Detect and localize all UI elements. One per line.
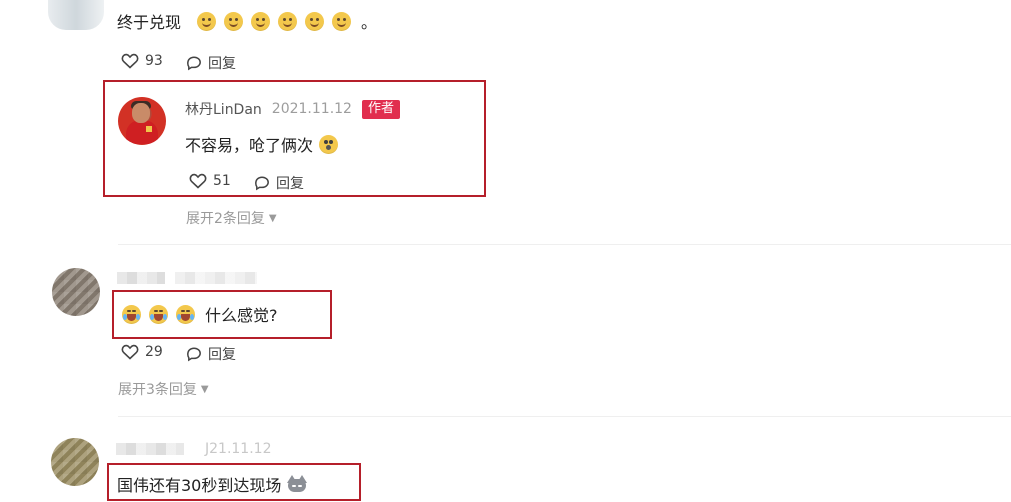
- expand-replies-2[interactable]: 展开3条回复 ▼: [118, 379, 209, 399]
- heart-icon: [121, 344, 139, 360]
- thinking-face-icon: [305, 11, 325, 31]
- thinking-face-icon-group: [197, 11, 359, 31]
- author-reply-label: 回复: [276, 176, 304, 192]
- comment-icon: [187, 56, 201, 71]
- thinking-face-icon: [332, 11, 352, 31]
- comment-2-reply-button[interactable]: 回复: [186, 344, 236, 364]
- expand-replies-1-label: 展开2条回复: [186, 211, 265, 227]
- comment-2-reply-label: 回复: [208, 347, 236, 363]
- top-comment: 终于兑现 。: [117, 9, 377, 33]
- commenter-avatar[interactable]: [52, 268, 100, 316]
- thinking-face-icon: [197, 11, 217, 31]
- thinking-face-icon: [278, 11, 298, 31]
- comment-2-text: 什么感觉?: [205, 306, 278, 325]
- laughing-tears-icon: [149, 304, 168, 324]
- dizzy-face-icon: [319, 134, 339, 154]
- top-reply-button[interactable]: 回复: [186, 53, 236, 73]
- comment-3-content: 国伟还有30秒到达现场: [117, 472, 308, 496]
- author-comment: 不容易，呛了俩次: [185, 132, 339, 156]
- author-badge: 作者: [361, 99, 400, 119]
- thinking-face-icon: [251, 11, 271, 31]
- comment-divider: [118, 416, 1011, 417]
- author-avatar[interactable]: [118, 97, 166, 145]
- author-date: 2021.11.12: [271, 101, 352, 117]
- expand-replies-1[interactable]: 展开2条回复 ▼: [186, 208, 277, 228]
- expand-replies-2-label: 展开3条回复: [118, 382, 197, 398]
- author-name[interactable]: 林丹LinDan: [185, 99, 262, 119]
- blurred-date: [175, 272, 257, 284]
- chevron-down-icon: ▼: [200, 383, 209, 395]
- author-header: 林丹LinDan 2021.11.12 作者: [185, 99, 400, 119]
- comment-2-content: 什么感觉?: [122, 302, 278, 326]
- cat-icon: [287, 475, 308, 493]
- author-comment-text: 不容易，呛了俩次: [185, 136, 314, 155]
- author-reply-button[interactable]: 回复: [254, 173, 304, 193]
- top-comment-ending: 。: [361, 13, 378, 32]
- comment-divider: [118, 244, 1011, 245]
- author-like-count: 51: [213, 173, 231, 189]
- top-reply-label: 回复: [208, 56, 236, 72]
- heart-icon: [121, 53, 139, 69]
- top-avatar: [48, 0, 104, 30]
- top-comment-text: 终于兑现: [117, 13, 182, 32]
- chevron-down-icon: ▼: [268, 212, 277, 224]
- top-like-count: 93: [145, 53, 163, 69]
- blurred-username-3: [116, 443, 184, 455]
- blurred-username: [117, 272, 165, 284]
- thinking-face-icon: [224, 11, 244, 31]
- heart-icon: [189, 173, 207, 189]
- top-like-button[interactable]: 93: [121, 53, 163, 69]
- author-like-button[interactable]: 51: [189, 173, 231, 189]
- comment-icon: [255, 176, 269, 191]
- author-avatar-image: [118, 97, 166, 145]
- commenter-avatar-3[interactable]: [51, 438, 99, 486]
- comment-3-text: 国伟还有30秒到达现场: [117, 476, 282, 495]
- comment-icon: [187, 347, 201, 362]
- comment-2-like-button[interactable]: 29: [121, 344, 163, 360]
- laughing-tears-icon: [122, 304, 141, 324]
- comment-2-like-count: 29: [145, 344, 163, 360]
- comment-3-date: J21.11.12: [205, 441, 272, 457]
- laughing-tears-icon: [176, 304, 195, 324]
